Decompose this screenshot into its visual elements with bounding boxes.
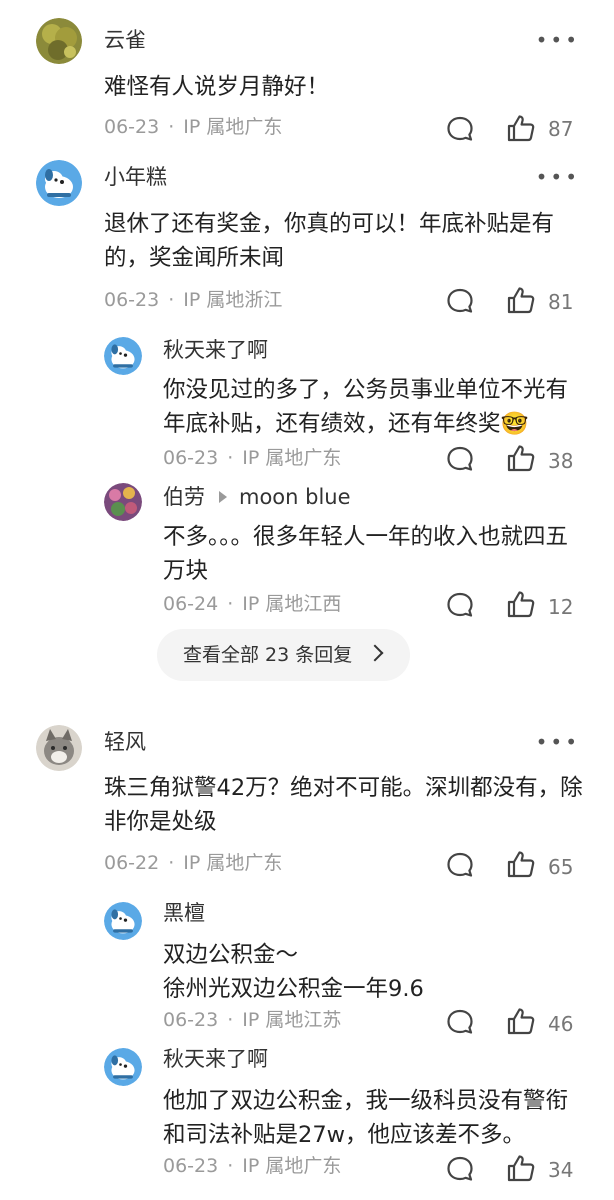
comment-bubble-icon[interactable] bbox=[446, 1009, 474, 1035]
like-count: 46 bbox=[548, 1012, 574, 1036]
comment-date: 06-23 bbox=[163, 447, 219, 469]
ip-location: IP 属地广东 bbox=[183, 116, 283, 138]
comment-meta: 06-23 · IP 属地江苏 bbox=[163, 1008, 341, 1032]
comment-meta: 06-24 · IP 属地江西 bbox=[163, 592, 341, 616]
avatar-dog-icon bbox=[36, 160, 82, 206]
avatar-cat-icon bbox=[36, 725, 82, 771]
chevron-right-icon bbox=[366, 644, 384, 662]
view-all-replies-label: 查看全部 23 条回复 bbox=[183, 644, 353, 666]
comment-bubble-icon[interactable] bbox=[446, 446, 474, 472]
comment-bubble-icon[interactable] bbox=[446, 116, 474, 142]
avatar-dog-icon bbox=[104, 902, 142, 940]
comment-meta: 06-23 · IP 属地广东 bbox=[104, 115, 282, 139]
ip-location: IP 属地广东 bbox=[242, 447, 342, 469]
comment-text: 退休了还有奖金，你真的可以！年底补贴是有的，奖金闻所未闻 bbox=[104, 211, 555, 271]
comment-date: 06-23 bbox=[163, 1155, 219, 1177]
avatar-dog-icon bbox=[104, 337, 142, 375]
thumbs-up-icon[interactable] bbox=[506, 589, 536, 619]
comment-date: 06-23 bbox=[163, 1009, 219, 1031]
comment-meta: 06-23 · IP 属地广东 bbox=[163, 446, 341, 470]
thumbs-up-icon[interactable] bbox=[506, 1153, 536, 1183]
ip-location: IP 属地江苏 bbox=[242, 1009, 342, 1031]
comment-meta: 06-23 · IP 属地浙江 bbox=[104, 288, 282, 312]
avatar[interactable] bbox=[104, 337, 142, 375]
comment-date: 06-24 bbox=[163, 593, 219, 615]
more-dots-icon[interactable]: ••• bbox=[536, 30, 580, 50]
like-count: 34 bbox=[548, 1158, 574, 1182]
avatar[interactable] bbox=[104, 902, 142, 940]
comment-meta: 06-23 · IP 属地广东 bbox=[163, 1154, 341, 1178]
username[interactable]: 云雀 bbox=[104, 27, 146, 53]
reply-text: 双边公积金～ 徐州光双边公积金一年9.6 bbox=[163, 938, 583, 1006]
comment-date: 06-22 bbox=[104, 852, 160, 874]
username[interactable]: 轻风 bbox=[104, 729, 146, 755]
view-all-replies-button[interactable]: 查看全部 23 条回复 bbox=[157, 629, 410, 681]
avatar[interactable] bbox=[36, 160, 82, 206]
more-dots-icon[interactable]: ••• bbox=[536, 167, 580, 187]
reply-text: 你没见过的多了，公务员事业单位不光有年底补贴，还有绩效，还有年终奖🤓 bbox=[163, 373, 583, 441]
avatar-tree-icon bbox=[36, 18, 82, 64]
comment-bubble-icon[interactable] bbox=[446, 1156, 474, 1182]
like-count: 81 bbox=[548, 290, 574, 314]
nerd-face-emoji: 🤓 bbox=[500, 411, 529, 437]
comment-bubble-icon[interactable] bbox=[446, 288, 474, 314]
thumbs-up-icon[interactable] bbox=[506, 1006, 536, 1036]
like-count: 12 bbox=[548, 595, 574, 619]
meta-separator: · bbox=[227, 593, 234, 615]
more-dots-icon[interactable]: ••• bbox=[536, 732, 580, 752]
meta-separator: · bbox=[168, 852, 175, 874]
username[interactable]: 伯劳 bbox=[163, 485, 205, 509]
comment-bubble-icon[interactable] bbox=[446, 592, 474, 618]
avatar-dog-icon bbox=[104, 1048, 142, 1086]
comment-bubble-icon[interactable] bbox=[446, 852, 474, 878]
reply-text: 不多。。。很多年轻人一年的收入也就四五万块 bbox=[163, 524, 569, 584]
ip-location: IP 属地江西 bbox=[242, 593, 342, 615]
reply-text: 他加了双边公积金，我一级科员没有警衔和司法补贴是27w，他应该差不多。 bbox=[163, 1088, 569, 1148]
avatar[interactable] bbox=[36, 725, 82, 771]
reply-text-line: 徐州光双边公积金一年9.6 bbox=[163, 976, 424, 1002]
ip-location: IP 属地浙江 bbox=[183, 289, 283, 311]
username[interactable]: 秋天来了啊 bbox=[163, 1046, 268, 1072]
username[interactable]: 秋天来了啊 bbox=[163, 337, 268, 363]
reply-to-user[interactable]: moon blue bbox=[239, 485, 351, 509]
meta-separator: · bbox=[168, 116, 175, 138]
comment-text: 难怪有人说岁月静好！ bbox=[104, 74, 330, 100]
username[interactable]: 黑檀 bbox=[163, 900, 205, 926]
meta-separator: · bbox=[227, 1155, 234, 1177]
like-count: 87 bbox=[548, 117, 574, 141]
reply-text-line: 双边公积金～ bbox=[163, 942, 299, 968]
comment-date: 06-23 bbox=[104, 116, 160, 138]
ip-location: IP 属地广东 bbox=[242, 1155, 342, 1177]
reply-header: 伯劳 moon blue bbox=[163, 484, 351, 510]
reply-to-arrow-icon bbox=[219, 491, 227, 503]
avatar-flowers-icon bbox=[104, 483, 142, 521]
like-count: 65 bbox=[548, 855, 574, 879]
comment-text: 珠三角狱警42万？绝对不可能。深圳都没有，除非你是处级 bbox=[104, 775, 583, 835]
avatar[interactable] bbox=[104, 483, 142, 521]
meta-separator: · bbox=[227, 447, 234, 469]
meta-separator: · bbox=[227, 1009, 234, 1031]
thumbs-up-icon[interactable] bbox=[506, 849, 536, 879]
avatar[interactable] bbox=[36, 18, 82, 64]
meta-separator: · bbox=[168, 289, 175, 311]
comment-meta: 06-22 · IP 属地广东 bbox=[104, 851, 282, 875]
thumbs-up-icon[interactable] bbox=[506, 113, 536, 143]
comment-date: 06-23 bbox=[104, 289, 160, 311]
username[interactable]: 小年糕 bbox=[104, 164, 167, 190]
thumbs-up-icon[interactable] bbox=[506, 443, 536, 473]
avatar[interactable] bbox=[104, 1048, 142, 1086]
like-count: 38 bbox=[548, 449, 574, 473]
ip-location: IP 属地广东 bbox=[183, 852, 283, 874]
thumbs-up-icon[interactable] bbox=[506, 285, 536, 315]
